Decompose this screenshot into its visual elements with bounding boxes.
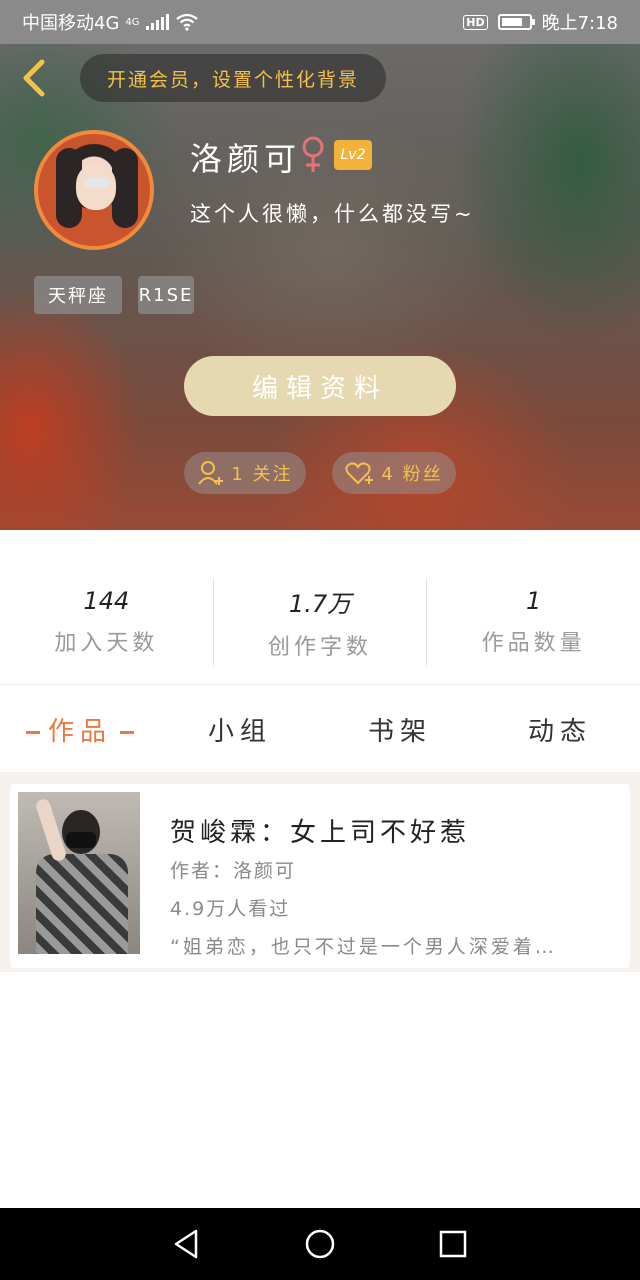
- hd-icon: HD: [463, 14, 488, 30]
- heart-plus-icon: [345, 462, 374, 485]
- stat-label: 作品数量: [481, 631, 586, 656]
- back-button[interactable]: [18, 58, 52, 98]
- following-button[interactable]: 1 关注: [184, 452, 306, 494]
- status-bar: 中国移动4G 4G HD 晚上7:18: [0, 0, 640, 44]
- stat-word-count: 1.7万 创作字数: [214, 560, 427, 684]
- book-excerpt: “姐弟恋，也只不过是一个男人深爱着…: [170, 936, 557, 958]
- system-nav-bar: [0, 1208, 640, 1280]
- tag-zodiac[interactable]: 天秤座: [34, 276, 122, 314]
- stat-label: 创作字数: [268, 634, 373, 660]
- square-recents-icon: [440, 1230, 467, 1258]
- carrier-label: 中国移动4G: [22, 13, 120, 34]
- tag-idol[interactable]: R1SE: [138, 276, 194, 314]
- tab-activity[interactable]: 动态: [480, 711, 640, 748]
- stat-works-count: 1 作品数量: [427, 560, 640, 684]
- book-cover-image: [18, 792, 140, 954]
- profile-header: 中国移动4G 4G HD 晚上7:18 开通会员，设置个性化背景 洛颜可 Lv2…: [0, 0, 640, 530]
- nav-home-button[interactable]: [300, 1224, 340, 1264]
- nav-back-button[interactable]: [167, 1224, 207, 1264]
- stat-days-joined: 144 加入天数: [0, 560, 213, 684]
- add-user-icon: [198, 461, 224, 485]
- book-views: 4.9万人看过: [170, 898, 291, 920]
- stats-row: 144 加入天数 1.7万 创作字数 1 作品数量: [0, 560, 640, 684]
- book-author: 作者：洛颜可: [170, 860, 297, 882]
- battery-icon: [497, 14, 535, 30]
- fans-label: 4 粉丝: [381, 464, 443, 485]
- stat-value: 144: [83, 587, 130, 615]
- profile-tabs: 作品 小组 书架 动态: [0, 686, 640, 772]
- stat-label: 加入天数: [54, 631, 159, 656]
- nav-recents-button[interactable]: [433, 1224, 473, 1264]
- level-badge: Lv2: [334, 140, 372, 170]
- fans-button[interactable]: 4 粉丝: [332, 452, 456, 494]
- tab-label: 作品: [47, 716, 112, 747]
- work-card[interactable]: 贺峻霖：女上司不好惹 作者：洛颜可 4.9万人看过 “姐弟恋，也只不过是一个男人…: [10, 784, 630, 968]
- following-label: 1 关注: [231, 464, 293, 485]
- tab-bookshelf[interactable]: 书架: [320, 711, 480, 748]
- vip-background-prompt[interactable]: 开通会员，设置个性化背景: [80, 54, 386, 102]
- circle-home-icon: [305, 1229, 335, 1259]
- chevron-left-icon: [23, 59, 45, 97]
- network-type: 4G: [125, 17, 140, 28]
- clock: 晚上7:18: [541, 13, 618, 34]
- wifi-icon: [175, 13, 198, 31]
- triangle-back-icon: [174, 1229, 197, 1259]
- edit-profile-button[interactable]: 编辑资料: [184, 356, 456, 416]
- username: 洛颜可: [190, 140, 302, 178]
- bio-text: 这个人很懒，什么都没写~: [190, 202, 475, 226]
- book-title: 贺峻霖：女上司不好惹: [170, 818, 471, 848]
- stat-value: 1.7万: [288, 589, 352, 618]
- tab-works[interactable]: 作品: [0, 711, 160, 748]
- signal-icon: [145, 14, 169, 30]
- stat-value: 1: [526, 587, 542, 615]
- female-icon: [302, 136, 324, 172]
- divider: [0, 684, 640, 685]
- avatar[interactable]: [34, 130, 154, 250]
- tab-groups[interactable]: 小组: [160, 711, 320, 748]
